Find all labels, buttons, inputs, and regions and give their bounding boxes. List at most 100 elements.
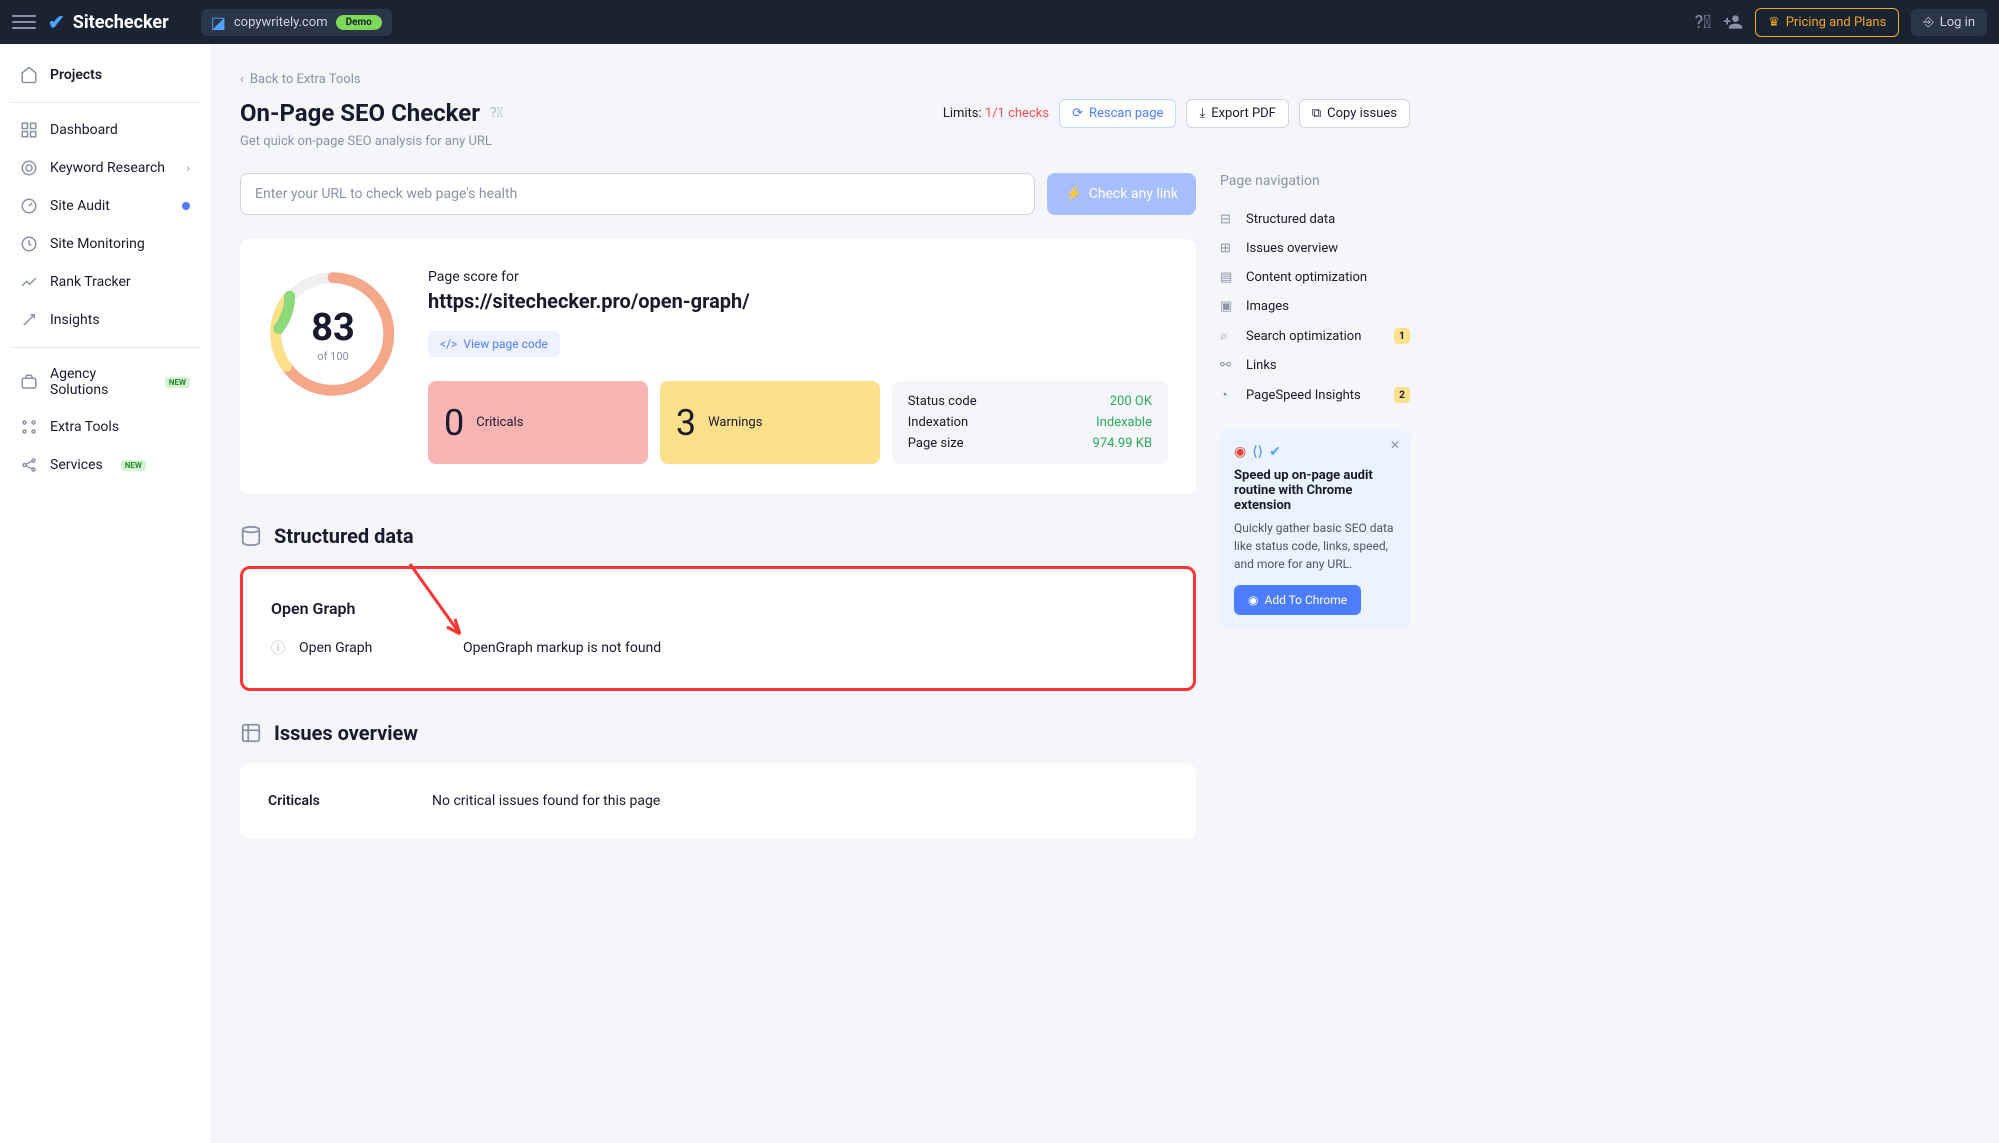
sidebar-item-rank-tracker[interactable]: Rank Tracker [10,263,200,301]
brand-logo[interactable]: ✔ Sitechecker [48,10,169,34]
sidebar-item-keyword-research[interactable]: Keyword Research › [10,149,200,187]
page-subtitle: Get quick on-page SEO analysis for any U… [240,134,1410,149]
criticals-count: 0 [444,402,464,444]
tools-icon [20,418,38,436]
project-domain: copywritely.com [234,15,328,30]
nav-issues-overview[interactable]: ⊞ Issues overview [1220,234,1410,263]
score-gauge: 83 of 100 [268,269,398,399]
help-icon[interactable]: ?⃝ [1695,12,1712,33]
grid-icon [240,722,262,744]
nav-links[interactable]: ⚯Links [1220,351,1410,380]
promo-title: Speed up on-page audit routine with Chro… [1234,468,1396,513]
sidebar-item-agency[interactable]: Agency Solutions NEW [10,356,200,408]
nav-content-optimization[interactable]: ▤Content optimization [1220,263,1410,292]
sidebar-item-site-audit[interactable]: Site Audit [10,187,200,225]
monitor-icon [20,235,38,253]
chrome-extension-promo: ✕ ◉ ⟨⟩ ✔ Speed up on-page audit routine … [1220,430,1410,629]
close-icon[interactable]: ✕ [1390,438,1400,452]
view-code-label: View page code [463,337,548,351]
export-pdf-button[interactable]: ⤓ Export PDF [1186,99,1288,128]
sidebar-item-insights[interactable]: Insights [10,301,200,339]
nav-badge: 2 [1394,387,1410,403]
status-value: Indexable [1096,415,1152,430]
sidebar-label: Extra Tools [50,419,119,435]
sidebar-item-site-monitoring[interactable]: Site Monitoring [10,225,200,263]
add-user-icon[interactable] [1723,12,1743,32]
site-icon: ◪ [211,13,226,32]
refresh-icon: ⟳ [1072,106,1083,121]
nav-search-optimization[interactable]: ⌕Search optimization1 [1220,321,1410,351]
menu-icon[interactable] [12,10,36,34]
score-value: 83 [311,306,355,350]
warnings-label: Warnings [708,415,762,430]
section-title: Issues overview [274,721,418,745]
check-link-button[interactable]: ⚡ Check any link [1047,173,1196,215]
add-to-chrome-button[interactable]: ◉ Add To Chrome [1234,585,1361,615]
nav-images[interactable]: ▣Images [1220,292,1410,321]
home-icon [20,66,38,84]
score-card: 83 of 100 Page score for https://siteche… [240,239,1196,494]
back-link[interactable]: ‹ Back to Extra Tools [240,72,361,87]
sidebar-label: Agency Solutions [50,366,147,398]
wand-icon [20,311,38,329]
main-content: ‹ Back to Extra Tools On-Page SEO Checke… [210,44,1440,1143]
limits-text: Limits: 1/1 checks [943,106,1049,121]
status-value: 974.99 KB [1093,436,1152,451]
check-label: Check any link [1089,186,1178,202]
export-label: Export PDF [1211,106,1276,121]
status-key: Indexation [908,415,968,430]
card-title: Open Graph [271,599,1165,618]
copy-issues-button[interactable]: ⧉ Copy issues [1299,99,1410,128]
nav-pagespeed[interactable]: ◔PageSpeed Insights2 [1220,380,1410,410]
chrome-icon: ◉ [1248,593,1258,607]
copy-label: Copy issues [1327,106,1397,121]
help-circle-icon[interactable]: ?⃝ [490,105,503,121]
nav-label: Issues overview [1246,241,1338,256]
pricing-label: Pricing and Plans [1786,15,1887,30]
page-navigation: Page navigation ⊟Structured data ⊞Issues… [1220,173,1410,869]
login-button[interactable]: ⎆ Log in [1911,9,1987,36]
sidebar-item-services[interactable]: Services NEW [10,446,200,484]
warnings-metric[interactable]: 3 Warnings [660,381,880,464]
card-value: No critical issues found for this page [432,793,660,809]
sidebar-label: Dashboard [50,122,118,138]
gauge-icon [20,197,38,215]
sidebar-label: Keyword Research [50,160,165,176]
url-input[interactable] [240,173,1035,215]
sidebar-label: Services [50,457,103,473]
nav-label: PageSpeed Insights [1246,388,1361,403]
promo-text: Quickly gather basic SEO data like statu… [1234,519,1396,573]
sidebar-item-dashboard[interactable]: Dashboard [10,111,200,149]
status-box: Status code200 OK IndexationIndexable Pa… [892,381,1168,464]
card-title: Criticals [268,793,418,809]
warnings-count: 3 [676,402,696,444]
sidebar-label: Insights [50,312,100,328]
limits-count: 1/1 checks [985,106,1049,121]
database-icon [240,525,262,547]
rescan-button[interactable]: ⟳ Rescan page [1059,99,1176,128]
sidebar-label: Site Audit [50,198,110,214]
section-structured-data: Structured data [240,524,1196,548]
brand-name: Sitechecker [73,12,169,33]
criticals-metric[interactable]: 0 Criticals [428,381,648,464]
sidebar-item-projects[interactable]: Projects [10,56,200,94]
nav-structured-data[interactable]: ⊟Structured data [1220,205,1410,234]
limits-label: Limits: [943,106,982,121]
login-label: Log in [1940,15,1975,30]
nav-label: Images [1246,299,1289,314]
nav-label: Search optimization [1246,329,1361,344]
view-code-button[interactable]: </> View page code [428,331,560,357]
info-icon[interactable]: ⓘ [271,638,285,658]
login-icon: ⎆ [1923,15,1933,30]
row-value: OpenGraph markup is not found [463,640,661,656]
database-icon: ⊟ [1220,212,1236,227]
sidebar-item-extra-tools[interactable]: Extra Tools [10,408,200,446]
back-label: Back to Extra Tools [250,72,361,87]
grid-icon: ⊞ [1220,241,1236,256]
criticals-label: Criticals [476,415,523,430]
nav-label: Links [1246,358,1277,373]
promo-icons: ◉ ⟨⟩ ✔ [1234,444,1396,460]
project-selector[interactable]: ◪ copywritely.com Demo [201,9,392,36]
promo-btn-label: Add To Chrome [1264,593,1347,607]
pricing-button[interactable]: ♛ Pricing and Plans [1755,8,1899,37]
